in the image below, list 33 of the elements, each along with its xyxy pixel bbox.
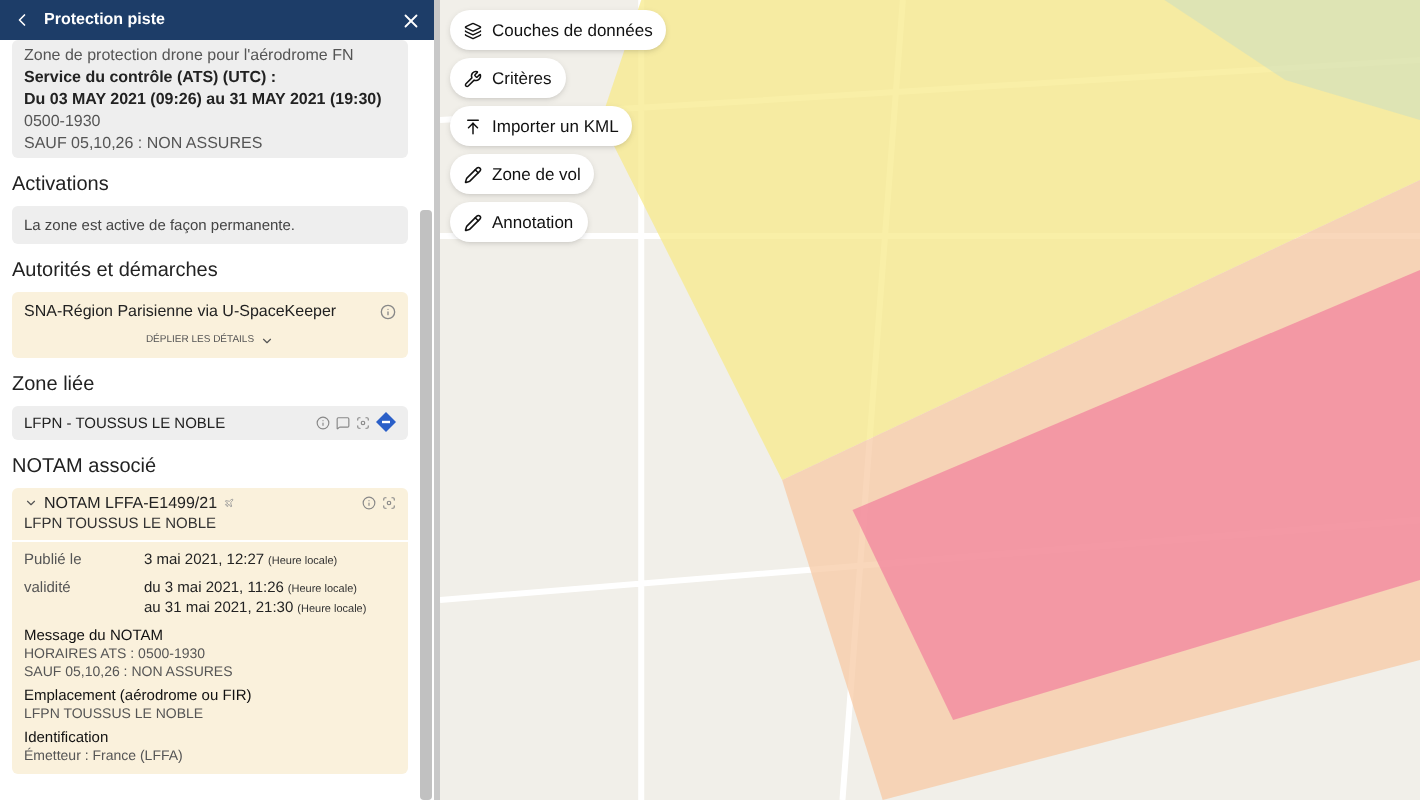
- focus-icon[interactable]: [382, 496, 396, 510]
- map-tool-button[interactable]: Zone de vol: [450, 154, 595, 194]
- scrollbar-thumb[interactable]: [420, 210, 432, 800]
- description-line: SAUF 05,10,26 : NON ASSURES: [24, 132, 265, 154]
- map-tool-button[interactable]: Couches de données: [450, 10, 667, 50]
- description-line: Zone de protection drone pour l'aérodrome FN: [24, 44, 356, 66]
- diamond-icon[interactable]: [376, 412, 396, 432]
- info-icon[interactable]: [316, 415, 330, 429]
- panel-title: Protection piste: [44, 8, 167, 32]
- notam-id: NOTAM LFFA-E1499/21: [44, 493, 218, 513]
- pencil-icon: [464, 165, 482, 183]
- wrench-icon: [464, 69, 482, 87]
- map-tool-button[interactable]: Annotation: [450, 202, 588, 242]
- section-title: Activations: [12, 174, 111, 198]
- info-icon[interactable]: [380, 303, 396, 319]
- description-line: Service du contrôle (ATS) (UTC) :: [24, 66, 279, 88]
- section-title: NOTAM associé: [12, 455, 159, 479]
- info-icon[interactable]: [362, 496, 376, 510]
- map-tool-button[interactable]: Importer un KML: [450, 106, 633, 146]
- section-title: Autorités et démarches: [12, 260, 220, 284]
- close-icon[interactable]: [400, 9, 422, 31]
- section-title: Zone liée: [12, 373, 97, 397]
- plane-icon: [223, 498, 234, 508]
- authority-name: SNA-Région Parisienne via U-SpaceKeeper: [24, 300, 337, 322]
- pencil-icon: [464, 213, 482, 231]
- layers-icon: [464, 21, 482, 39]
- description-line: 0500-1930: [24, 110, 103, 132]
- comment-icon[interactable]: [336, 415, 350, 429]
- upload-icon: [464, 117, 482, 135]
- focus-icon[interactable]: [356, 415, 370, 429]
- chevron-icon[interactable]: [24, 496, 38, 510]
- description-line: Du 03 MAY 2021 (09:26) au 31 MAY 2021 (19:30): [24, 88, 384, 110]
- map-tool-button[interactable]: Critères: [450, 58, 566, 98]
